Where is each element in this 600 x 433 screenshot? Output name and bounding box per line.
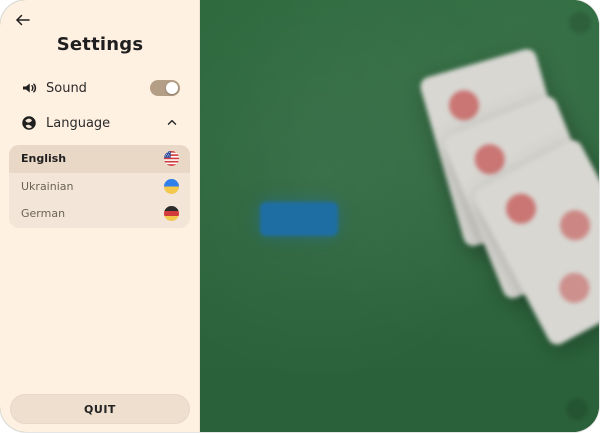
language-option-ukrainian[interactable]: Ukrainian [9, 173, 190, 201]
toggle-knob [166, 82, 178, 94]
language-dropdown-list: English Ukrainian German [9, 145, 190, 228]
back-button[interactable] [12, 9, 34, 31]
back-arrow-icon [12, 9, 34, 31]
language-option-german[interactable]: German [9, 200, 190, 228]
language-setting-row[interactable]: Language [20, 110, 180, 136]
language-option-english[interactable]: English [9, 145, 190, 173]
quit-button[interactable]: QUIT [10, 394, 190, 424]
language-option-label: English [21, 152, 67, 166]
page-title: Settings [56, 34, 144, 55]
language-option-label: German [21, 207, 66, 221]
germany-flag-icon [164, 206, 179, 222]
app-window: Settings Sound Language English Ukrainia… [0, 0, 599, 432]
sound-setting-row: Sound [20, 75, 180, 101]
speaker-icon [20, 79, 38, 97]
us-flag-icon [164, 151, 179, 167]
globe-icon [20, 114, 38, 132]
language-option-label: Ukrainian [21, 179, 74, 193]
language-label: Language [46, 115, 111, 131]
blurred-corner-dot [566, 398, 588, 420]
chevron-up-icon [164, 115, 180, 131]
blurred-corner-dot [569, 12, 591, 34]
settings-panel: Settings Sound Language English Ukrainia… [0, 0, 200, 432]
sound-label: Sound [46, 80, 87, 96]
ukraine-flag-icon [164, 178, 179, 194]
blurred-game-button [260, 202, 338, 236]
sound-toggle[interactable] [150, 80, 180, 96]
